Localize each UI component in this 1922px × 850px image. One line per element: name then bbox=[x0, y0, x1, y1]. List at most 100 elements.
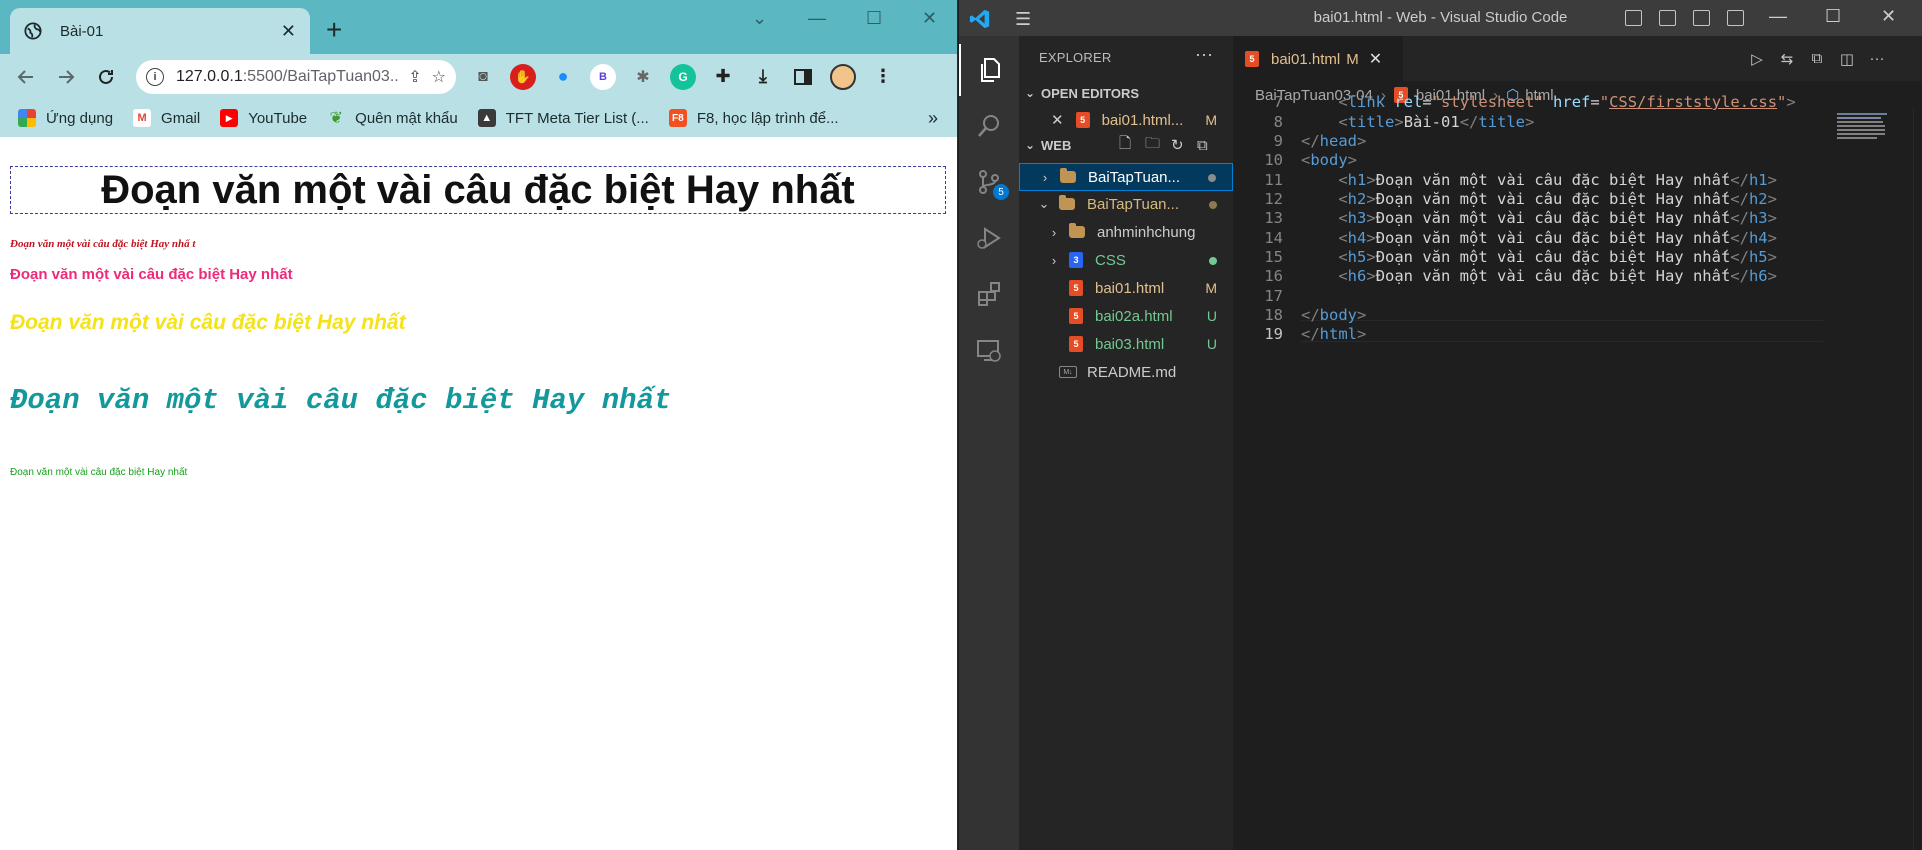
minimize-button[interactable]: — bbox=[1769, 6, 1787, 27]
html-file-icon: 5 bbox=[1069, 308, 1083, 324]
maximize-button[interactable]: ☐ bbox=[866, 8, 882, 38]
code-line-8: <title>Bài-01</title> bbox=[1338, 113, 1535, 131]
tree-folder-anhminhchung[interactable]: › anhminhchung bbox=[1019, 218, 1233, 246]
chevron-right-icon: › bbox=[1051, 252, 1057, 268]
code-editor[interactable]: 7 8 9 10 11 12 13 14 15 16 17 18 19 <lin… bbox=[1233, 93, 1823, 850]
bookmark-forgot-password[interactable]: ❦ Quên mật khẩu bbox=[327, 109, 457, 128]
tree-file-bai02a[interactable]: 5 bai02a.html U bbox=[1019, 302, 1233, 330]
more-actions-icon[interactable]: ··· bbox=[1195, 44, 1213, 65]
tree-folder-baitaptuan-2[interactable]: ⌄ BaiTapTuan... bbox=[1019, 190, 1233, 218]
bookmark-apps[interactable]: Ứng dụng bbox=[18, 109, 113, 127]
html-file-icon: 5 bbox=[1069, 280, 1083, 296]
code-line-18: </body> bbox=[1301, 306, 1367, 324]
profile-avatar[interactable] bbox=[830, 63, 856, 90]
open-editors-section[interactable]: ⌄ OPEN EDITORS bbox=[1019, 82, 1233, 104]
activity-bar: 5 bbox=[959, 36, 1019, 850]
browser-toolbar: i 127.0.0.1:5500/BaiTapTuan03... ⇪ ☆ ◙ ✋… bbox=[0, 54, 957, 99]
new-tab-button[interactable]: + bbox=[326, 16, 342, 44]
close-tab-icon[interactable]: ✕ bbox=[281, 21, 296, 42]
workspace-section[interactable]: ⌄ WEB 🗋 🗀 ↻ ⧉ bbox=[1019, 134, 1233, 156]
grammarly-extension-icon[interactable]: G bbox=[670, 63, 696, 90]
side-panel-icon[interactable] bbox=[790, 64, 816, 90]
editor-tab-bar: 5 bai01.html M ✕ ▷ ⇆ ⧉ ◫ ··· bbox=[1233, 36, 1922, 81]
tree-file-readme[interactable]: M↓ README.md bbox=[1019, 358, 1233, 386]
line-number: 14 bbox=[1264, 229, 1283, 247]
forward-button[interactable] bbox=[52, 63, 80, 91]
maximize-button[interactable]: ☐ bbox=[1825, 6, 1841, 27]
close-editor-icon[interactable]: ✕ bbox=[1051, 111, 1064, 129]
tab-search-icon[interactable]: ⌄ bbox=[752, 8, 767, 38]
star-icon[interactable]: ☆ bbox=[432, 67, 446, 87]
reload-button[interactable] bbox=[92, 63, 120, 91]
water-drop-extension-icon[interactable]: ● bbox=[550, 64, 576, 90]
refresh-icon[interactable]: ↻ bbox=[1171, 136, 1184, 154]
split-editor-icon[interactable]: ◫ bbox=[1838, 50, 1856, 68]
new-file-icon[interactable]: 🗋 bbox=[1119, 133, 1131, 158]
address-bar[interactable]: i 127.0.0.1:5500/BaiTapTuan03... ⇪ ☆ bbox=[136, 59, 456, 94]
remote-explorer-activity[interactable] bbox=[959, 324, 1019, 376]
line-number: 19 bbox=[1264, 325, 1283, 343]
minimize-button[interactable]: — bbox=[808, 8, 826, 38]
chrome-menu-icon[interactable]: ⋮ bbox=[870, 64, 896, 90]
code-line-14: <h4>Đoạn văn một vài câu đặc biệt Hay nh… bbox=[1338, 229, 1777, 247]
minimap[interactable] bbox=[1823, 109, 1913, 850]
open-preview-icon[interactable]: ⧉ bbox=[1808, 50, 1826, 68]
more-bookmarks-icon[interactable]: » bbox=[928, 108, 938, 129]
code-line-13: <h3>Đoạn văn một vài câu đặc biệt Hay nh… bbox=[1338, 209, 1777, 227]
adblock-extension-icon[interactable]: ✋ bbox=[510, 63, 536, 90]
leaf-icon: ❦ bbox=[329, 110, 343, 127]
tree-folder-baitaptuan-1[interactable]: › BaiTapTuan... bbox=[1019, 163, 1233, 191]
bookmark-youtube[interactable]: ▶ YouTube bbox=[220, 109, 307, 127]
bookmark-f8[interactable]: F8 F8, học lập trình để... bbox=[668, 109, 839, 127]
editor-scrollbar[interactable] bbox=[1913, 109, 1922, 850]
chevron-right-icon: › bbox=[1042, 169, 1048, 185]
arrow-left-icon bbox=[17, 69, 33, 84]
vscode-titlebar: ☰ bai01.html - Web - Visual Studio Code … bbox=[959, 0, 1922, 36]
search-activity[interactable] bbox=[959, 100, 1019, 152]
editor-tab-bai01[interactable]: 5 bai01.html M ✕ bbox=[1233, 36, 1403, 81]
tree-file-bai03[interactable]: 5 bai03.html U bbox=[1019, 330, 1233, 358]
tree-file-bai01[interactable]: 5 bai01.html M bbox=[1019, 274, 1233, 302]
code-line-19: </html> bbox=[1301, 325, 1367, 343]
collapse-all-icon[interactable]: ⧉ bbox=[1197, 137, 1208, 154]
browser-tab[interactable]: Bài-01 ✕ bbox=[10, 8, 310, 54]
run-debug-activity[interactable] bbox=[959, 212, 1019, 264]
download-icon[interactable]: ⤓ bbox=[750, 64, 776, 90]
close-window-button[interactable]: ✕ bbox=[922, 8, 937, 38]
compare-changes-icon[interactable]: ⇆ bbox=[1778, 50, 1796, 68]
line-number: 13 bbox=[1264, 209, 1283, 227]
camera-extension-icon[interactable]: ◙ bbox=[470, 64, 496, 90]
globe-icon bbox=[24, 22, 42, 40]
line-number: 16 bbox=[1264, 267, 1283, 285]
code-line-15: <h5>Đoạn văn một vài câu đặc biệt Hay nh… bbox=[1338, 248, 1777, 266]
heading-h5: Đoạn văn một vài câu đặc biệt Hay nhất bbox=[10, 384, 672, 417]
toggle-primary-sidebar-icon[interactable] bbox=[1625, 10, 1642, 26]
open-editor-item[interactable]: ✕ 5 bai01.html... M bbox=[1019, 106, 1233, 134]
run-icon[interactable]: ▷ bbox=[1748, 50, 1766, 68]
extensions-puzzle-icon[interactable]: ✚ bbox=[710, 64, 736, 90]
explorer-activity[interactable] bbox=[959, 44, 1019, 96]
html-file-icon: 5 bbox=[1075, 112, 1090, 128]
new-folder-icon[interactable]: 🗀 bbox=[1145, 133, 1160, 158]
vscode-window: ☰ bai01.html - Web - Visual Studio Code … bbox=[959, 0, 1922, 850]
bookmark-gmail[interactable]: M Gmail bbox=[133, 109, 200, 127]
line-number: 15 bbox=[1264, 248, 1283, 266]
back-button[interactable] bbox=[12, 63, 40, 91]
close-window-button[interactable]: ✕ bbox=[1881, 6, 1896, 27]
extensions-activity[interactable] bbox=[959, 268, 1019, 320]
b-extension-icon[interactable]: B bbox=[590, 63, 616, 90]
customize-layout-icon[interactable] bbox=[1727, 10, 1744, 26]
bug-extension-icon[interactable]: ✱ bbox=[630, 64, 656, 90]
current-line-highlight bbox=[1301, 320, 1823, 342]
source-control-activity[interactable]: 5 bbox=[959, 156, 1019, 208]
bookmark-tft[interactable]: ▲ TFT Meta Tier List (... bbox=[477, 109, 649, 127]
folder-icon bbox=[1069, 223, 1085, 238]
tree-folder-css[interactable]: › 3 CSS bbox=[1019, 246, 1233, 274]
share-icon[interactable]: ⇪ bbox=[408, 67, 421, 87]
site-info-icon[interactable]: i bbox=[146, 67, 164, 86]
toggle-secondary-sidebar-icon[interactable] bbox=[1693, 10, 1710, 26]
toggle-panel-icon[interactable] bbox=[1659, 10, 1676, 26]
close-tab-icon[interactable]: ✕ bbox=[1369, 49, 1382, 69]
more-actions-icon[interactable]: ··· bbox=[1868, 50, 1886, 68]
chevron-down-icon: ⌄ bbox=[1025, 86, 1036, 100]
